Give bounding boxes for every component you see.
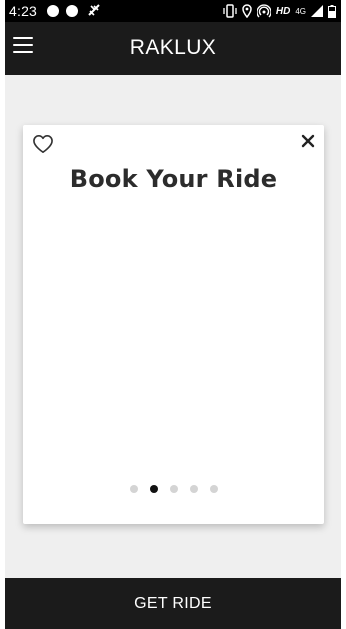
notification-dot-icon <box>47 5 59 17</box>
status-icons: HD 4G <box>223 3 336 19</box>
pager-dot[interactable] <box>209 485 218 493</box>
app-title: RAKLUX <box>129 36 217 59</box>
vibrate-icon <box>223 4 237 18</box>
hd-label: HD <box>275 5 291 17</box>
location-pin-icon <box>242 4 252 18</box>
card-title: Book Your Ride <box>69 165 278 193</box>
pager-dot[interactable] <box>189 485 198 493</box>
network-type-label: 4G <box>295 6 306 16</box>
app-screen: 4:23 HD 4G RAKLUX Book Your Ride GET RID… <box>0 0 346 629</box>
no-location-icon <box>88 4 100 16</box>
signal-icon <box>311 5 323 17</box>
app-header: RAKLUX <box>5 22 341 75</box>
get-ride-button[interactable]: GET RIDE <box>5 578 341 629</box>
pager-dot[interactable] <box>129 485 138 493</box>
battery-icon <box>328 4 336 18</box>
hotspot-icon <box>256 4 271 18</box>
status-time: 4:23 <box>9 3 38 19</box>
booking-card: Book Your Ride <box>23 125 324 524</box>
heart-outline-icon[interactable] <box>32 134 54 154</box>
pager-dot-active[interactable] <box>149 485 158 493</box>
pager-indicator <box>23 485 324 493</box>
main-content: Book Your Ride <box>5 75 341 578</box>
notification-dot-icon <box>66 5 78 17</box>
close-icon[interactable] <box>301 134 315 148</box>
pager-dot[interactable] <box>169 485 178 493</box>
status-bar: 4:23 HD 4G <box>5 0 341 22</box>
